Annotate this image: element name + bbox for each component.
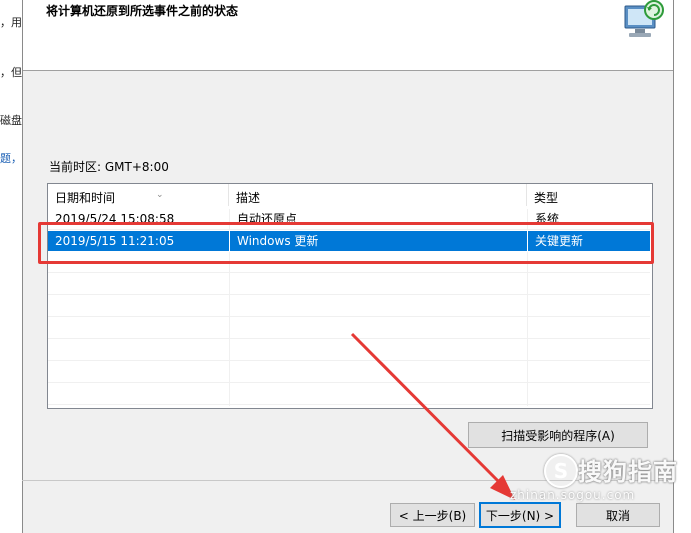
timezone-label: 当前时区: GMT+8:00 bbox=[49, 160, 169, 174]
background-text-1: ，用 bbox=[0, 16, 22, 29]
column-header-description[interactable]: 描述 bbox=[229, 184, 527, 206]
background-text-2: ，但 bbox=[0, 66, 22, 79]
restore-point-list[interactable]: 日期和时间 ⌄ 描述 类型 2019/5/24 15:08:58 自动还原点 系… bbox=[47, 183, 653, 409]
system-restore-icon bbox=[624, 0, 664, 37]
highlight-box bbox=[38, 222, 654, 264]
empty-row bbox=[48, 296, 650, 317]
empty-row bbox=[48, 318, 650, 339]
empty-row bbox=[48, 274, 650, 295]
next-button[interactable]: 下一步(N) > bbox=[479, 502, 561, 528]
system-restore-dialog: 将计算机还原到所选事件之前的状态 当前时区: GMT+8:00 日期和时间 ⌄ … bbox=[22, 0, 674, 533]
background-window: ，用 ，但 磁盘 题， bbox=[0, 0, 22, 533]
empty-row bbox=[48, 362, 650, 383]
sort-arrow-icon: ⌄ bbox=[156, 190, 164, 200]
background-link-text[interactable]: 题， bbox=[0, 150, 22, 166]
column-header-date[interactable]: 日期和时间 ⌄ bbox=[48, 184, 229, 206]
empty-row bbox=[48, 340, 650, 361]
column-header-type[interactable]: 类型 bbox=[527, 184, 652, 206]
dialog-header: 将计算机还原到所选事件之前的状态 bbox=[23, 0, 673, 71]
dialog-title: 将计算机还原到所选事件之前的状态 bbox=[46, 4, 239, 18]
scan-affected-programs-button[interactable]: 扫描受影响的程序(A) bbox=[468, 422, 648, 448]
cancel-button[interactable]: 取消 bbox=[576, 503, 660, 527]
column-divider bbox=[229, 252, 230, 406]
column-divider bbox=[527, 252, 528, 406]
background-text-3: 磁盘 bbox=[0, 114, 22, 127]
button-area-separator bbox=[22, 480, 672, 481]
empty-row bbox=[48, 384, 650, 405]
list-header: 日期和时间 ⌄ 描述 类型 bbox=[48, 184, 652, 206]
back-button[interactable]: < 上一步(B) bbox=[390, 503, 475, 527]
column-header-date-label: 日期和时间 bbox=[55, 191, 116, 205]
